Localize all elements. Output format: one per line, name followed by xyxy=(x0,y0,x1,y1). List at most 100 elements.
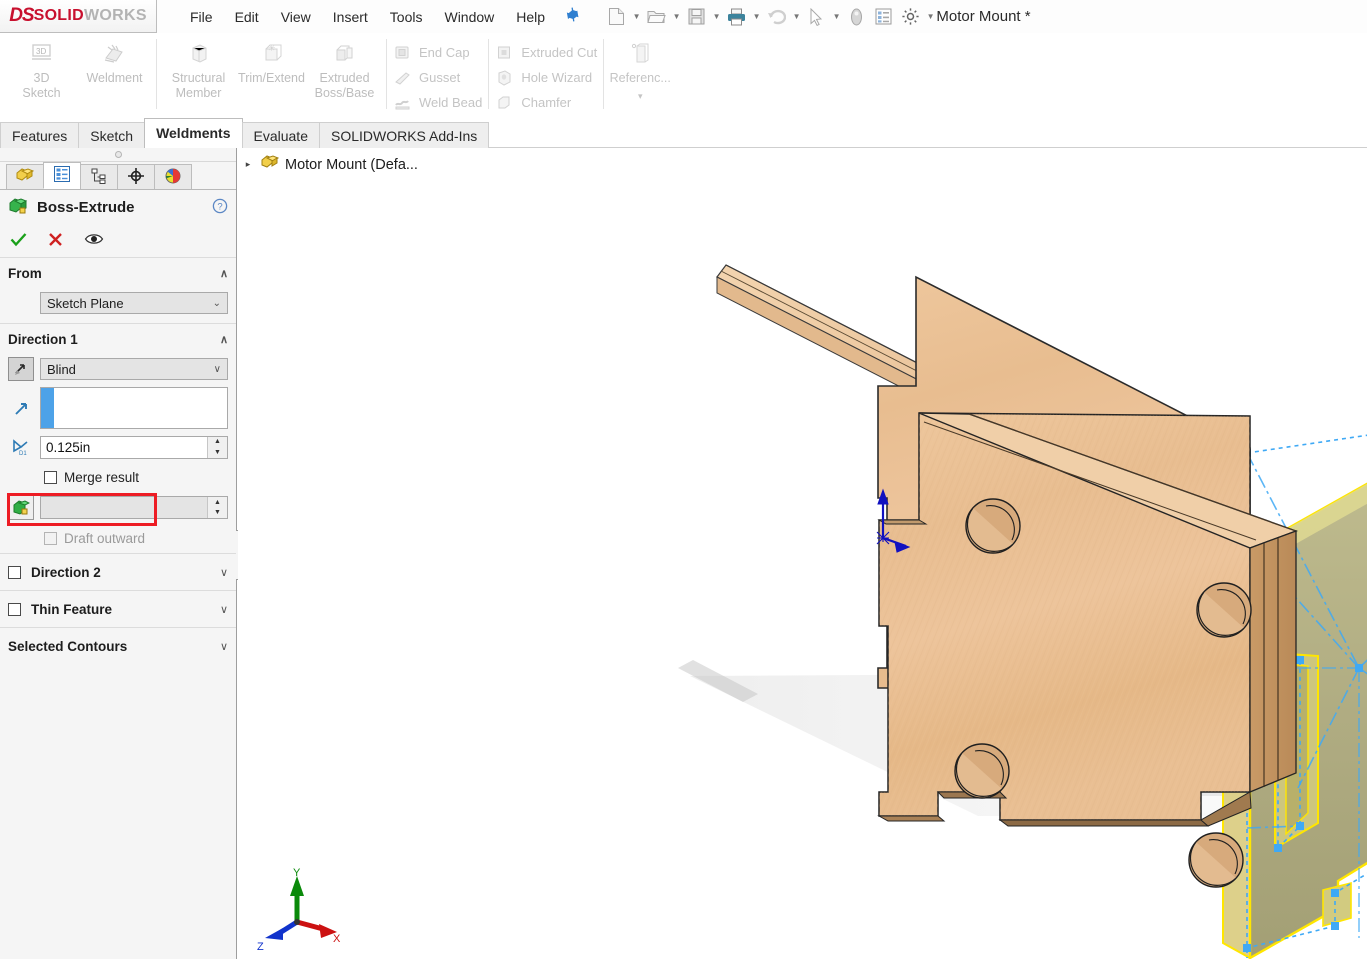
weld-bead-button[interactable]: Weld Bead xyxy=(387,90,488,115)
floppy-save-icon[interactable] xyxy=(683,4,710,30)
chevron-down-icon[interactable]: ∨ xyxy=(220,640,228,653)
tab-evaluate[interactable]: Evaluate xyxy=(242,122,320,148)
start-condition-value: Sketch Plane xyxy=(47,296,124,311)
gear-icon[interactable] xyxy=(897,4,924,30)
weldment-button[interactable]: Weldment xyxy=(78,33,151,113)
draft-outward-checkbox-row[interactable]: Draft outward xyxy=(0,523,236,553)
menu-item-help[interactable]: Help xyxy=(505,6,556,28)
menu-item-edit[interactable]: Edit xyxy=(224,6,270,28)
direction-2-checkbox[interactable] xyxy=(8,566,21,579)
triad-y-axis: Y xyxy=(290,867,304,922)
triad-z-label: Z xyxy=(257,941,264,953)
menu-item-window[interactable]: Window xyxy=(433,6,505,28)
chamfer-button[interactable]: Chamfer xyxy=(489,90,603,115)
configuration-manager-tab[interactable] xyxy=(80,164,118,189)
3d-sketch-label-2: Sketch xyxy=(22,86,60,101)
gusset-button[interactable]: Gusset xyxy=(387,65,488,90)
tab-sketch[interactable]: Sketch xyxy=(78,122,145,148)
section-direction-2[interactable]: Direction 2 ∨ xyxy=(0,554,236,591)
new-file-icon[interactable] xyxy=(603,4,630,30)
gusset-icon xyxy=(393,68,412,87)
stepper-up-icon[interactable]: ▲ xyxy=(208,497,227,508)
grip-dot-icon xyxy=(115,151,122,158)
section-thin-feature-title: Thin Feature xyxy=(31,602,112,617)
appearance-sphere-icon xyxy=(164,167,182,188)
merge-result-checkbox[interactable] xyxy=(44,471,57,484)
property-manager-tab[interactable] xyxy=(43,162,81,189)
start-condition-select[interactable]: Sketch Plane ⌄ xyxy=(40,292,228,314)
section-selected-contours[interactable]: Selected Contours ∨ xyxy=(0,628,236,664)
section-thin-feature[interactable]: Thin Feature ∨ xyxy=(0,591,236,628)
menu-item-insert[interactable]: Insert xyxy=(322,6,379,28)
menu-item-view[interactable]: View xyxy=(270,6,322,28)
3d-sketch-button[interactable]: 3D 3D Sketch xyxy=(5,33,78,113)
draft-outward-checkbox[interactable] xyxy=(44,532,57,545)
tab-features[interactable]: Features xyxy=(0,122,79,148)
section-from-header[interactable]: From ∧ xyxy=(0,258,236,288)
dimxpert-manager-tab[interactable] xyxy=(117,164,155,189)
printer-caret-icon[interactable]: ▼ xyxy=(750,4,763,30)
tab-weldments[interactable]: Weldments xyxy=(144,118,242,148)
stepper-down-icon[interactable]: ▼ xyxy=(208,447,227,458)
merge-result-checkbox-row[interactable]: Merge result xyxy=(0,462,236,492)
help-question-icon[interactable]: ? xyxy=(212,198,228,217)
options-caret-icon[interactable]: ▼ xyxy=(924,4,937,30)
hole-wizard-button[interactable]: Hole Wizard xyxy=(489,65,603,90)
trim-extend-button[interactable]: ✳ Trim/Extend xyxy=(235,33,308,113)
extruded-boss-base-button[interactable]: Extruded Boss/Base xyxy=(308,33,381,113)
stepper-down-icon[interactable]: ▼ xyxy=(208,508,227,519)
thin-feature-checkbox[interactable] xyxy=(8,603,21,616)
3d-model-viewport[interactable] xyxy=(238,148,1367,959)
menu-item-file[interactable]: File xyxy=(179,6,224,28)
depth-stepper[interactable]: ▲ ▼ xyxy=(207,437,227,458)
ok-button[interactable] xyxy=(10,232,27,250)
undo-caret-icon[interactable]: ▼ xyxy=(790,4,803,30)
detailed-preview-button[interactable] xyxy=(84,232,104,249)
display-manager-tab[interactable] xyxy=(154,164,192,189)
end-condition-select[interactable]: Blind ∨ xyxy=(40,358,228,380)
tab-solidworks-add-ins[interactable]: SOLIDWORKS Add-Ins xyxy=(319,122,489,148)
chevron-down-icon[interactable]: ∨ xyxy=(220,603,228,616)
counterbore-hole xyxy=(1189,833,1243,887)
rebuild-icon[interactable] xyxy=(843,4,870,30)
reference-geometry-caret-icon[interactable]: ▾ xyxy=(638,91,643,102)
cursor-arrow-icon[interactable] xyxy=(803,4,830,30)
solidworks-logo[interactable]: DS SOLIDWORKS xyxy=(0,0,157,33)
new-file-caret-icon[interactable]: ▼ xyxy=(630,4,643,30)
extruded-cut-button[interactable]: Extruded Cut xyxy=(489,40,603,65)
printer-icon[interactable] xyxy=(723,4,750,30)
title-bar: DS SOLIDWORKS File Edit View Insert Tool… xyxy=(0,0,1367,34)
stepper-up-icon[interactable]: ▲ xyxy=(208,437,227,448)
open-folder-caret-icon[interactable]: ▼ xyxy=(670,4,683,30)
direction-reference-input[interactable] xyxy=(40,387,228,429)
chamfer-icon xyxy=(495,93,514,112)
hole-wizard-label: Hole Wizard xyxy=(521,70,592,85)
chamfer-label: Chamfer xyxy=(521,95,571,110)
panel-collapse-grip[interactable] xyxy=(0,148,236,162)
structural-member-button[interactable]: Structural Member xyxy=(162,33,235,113)
floppy-save-caret-icon[interactable]: ▼ xyxy=(710,4,723,30)
draft-angle-stepper[interactable]: ▲ ▼ xyxy=(207,497,227,518)
gusset-label: Gusset xyxy=(419,70,460,85)
reference-geometry-button[interactable]: Referenc... ▾ xyxy=(604,33,676,102)
graphics-area[interactable]: ▼ ▼ ▼ ▼ ▼ ▸ Motor Mount (Defa... xyxy=(238,148,1367,959)
extruded-boss-label-2: Boss/Base xyxy=(315,86,375,101)
triad-z-axis: Z xyxy=(257,922,297,953)
counterbore-hole xyxy=(955,744,1009,798)
properties-list-icon[interactable] xyxy=(870,4,897,30)
depth-input[interactable]: 0.125in ▲ ▼ xyxy=(40,436,228,459)
cancel-button[interactable] xyxy=(48,232,63,250)
open-folder-icon[interactable] xyxy=(643,4,670,30)
end-cap-button[interactable]: End Cap xyxy=(387,40,488,65)
menu-item-tools[interactable]: Tools xyxy=(379,6,434,28)
reverse-direction-button[interactable] xyxy=(8,357,34,381)
feature-manager-tab[interactable] xyxy=(6,164,44,189)
section-direction-1-header[interactable]: Direction 1 ∧ xyxy=(0,324,236,354)
cursor-caret-icon[interactable]: ▼ xyxy=(830,4,843,30)
chevron-up-icon[interactable]: ∧ xyxy=(220,267,228,280)
undo-arrow-icon[interactable] xyxy=(763,4,790,30)
chevron-down-icon[interactable]: ∨ xyxy=(220,566,228,579)
pushpin-icon[interactable] xyxy=(560,4,583,28)
chevron-up-icon[interactable]: ∧ xyxy=(220,333,228,346)
end-cap-label: End Cap xyxy=(419,45,470,60)
